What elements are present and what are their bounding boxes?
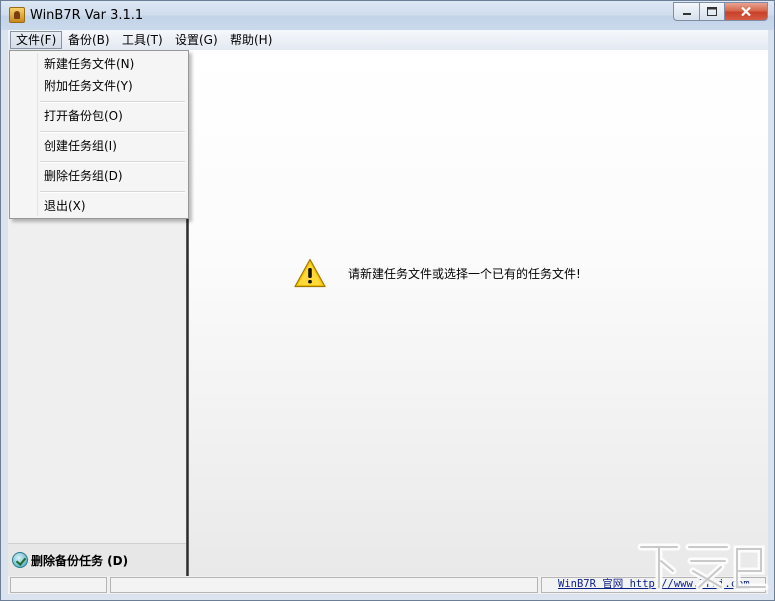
file-menu-dropdown: 新建任务文件(N) 附加任务文件(Y) 打开备份包(O) 创建任务组(I) 删除… (9, 50, 189, 219)
title-bar[interactable]: WinB7R Var 3.1.1 (1, 1, 774, 30)
left-pane-footer: 删除备份任务 (D) (8, 543, 186, 577)
menu-separator (40, 101, 185, 103)
empty-state-message: 请新建任务文件或选择一个已有的任务文件! (294, 258, 581, 288)
status-panel-1 (10, 577, 107, 593)
menu-item-delete-task-group[interactable]: 删除任务组(D) (12, 165, 186, 187)
menu-separator (40, 161, 185, 163)
menu-bar: 文件(F) 备份(B) 工具(T) 设置(G) 帮助(H) (8, 30, 768, 51)
window-title: WinB7R Var 3.1.1 (30, 8, 144, 23)
status-panel-2 (110, 577, 538, 593)
menu-item-exit[interactable]: 退出(X) (12, 195, 186, 217)
delete-backup-task-label: 删除备份任务 (D) (31, 553, 129, 568)
menu-item-open-backup[interactable]: 打开备份包(O) (12, 105, 186, 127)
menu-settings[interactable]: 设置(G) (170, 32, 223, 48)
window-controls (673, 2, 768, 21)
menu-separator (40, 191, 185, 193)
menu-help[interactable]: 帮助(H) (225, 32, 277, 48)
menu-item-new-task-file[interactable]: 新建任务文件(N) (12, 53, 186, 75)
menu-backup[interactable]: 备份(B) (63, 32, 115, 48)
app-icon[interactable] (9, 7, 25, 23)
menu-item-append-task-file[interactable]: 附加任务文件(Y) (12, 75, 186, 97)
maximize-icon (707, 7, 717, 16)
delete-backup-task-button[interactable]: 删除备份任务 (D) (12, 550, 128, 570)
delete-task-icon (12, 552, 28, 568)
warning-icon (294, 258, 326, 288)
menu-item-create-task-group[interactable]: 创建任务组(I) (12, 135, 186, 157)
app-window: WinB7R Var 3.1.1 文件(F) 备份(B) 工具(T) 设置(G)… (0, 0, 775, 601)
minimize-button[interactable] (673, 2, 699, 21)
close-button[interactable] (724, 2, 768, 21)
menu-tools[interactable]: 工具(T) (117, 32, 168, 48)
menu-separator (40, 131, 185, 133)
main-pane: 请新建任务文件或选择一个已有的任务文件! (189, 50, 768, 576)
menu-file[interactable]: 文件(F) (10, 31, 63, 49)
close-icon (741, 7, 751, 16)
minimize-icon (682, 12, 691, 15)
empty-state-text: 请新建任务文件或选择一个已有的任务文件! (348, 266, 581, 281)
maximize-button[interactable] (699, 2, 724, 21)
watermark-logo (637, 543, 769, 591)
